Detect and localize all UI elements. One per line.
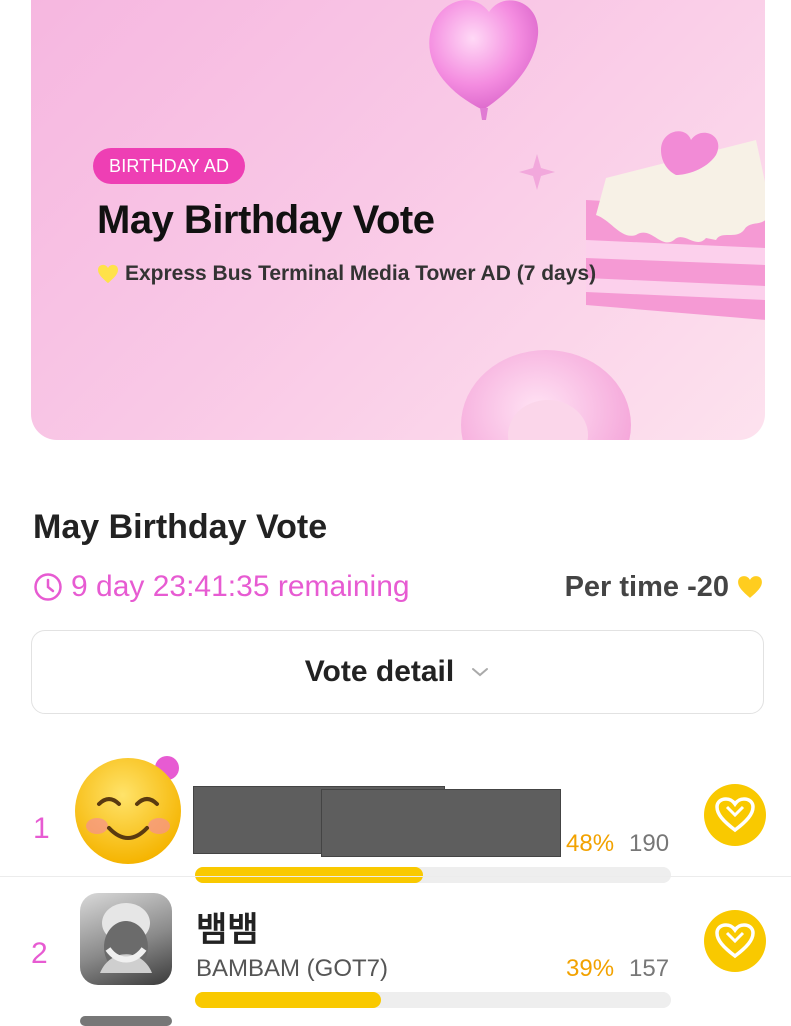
banner-subtitle-text: Express Bus Terminal Media Tower AD (7 d… <box>125 262 597 285</box>
vote-detail-label: Vote detail <box>304 655 455 688</box>
heart-icon <box>98 264 118 284</box>
avatar[interactable] <box>75 756 185 866</box>
vote-heart-icon <box>715 797 755 833</box>
rank-number: 1 <box>33 812 50 845</box>
ad-type-badge: BIRTHDAY AD <box>93 148 246 184</box>
banner-title: May Birthday Vote <box>97 198 435 242</box>
avatar[interactable] <box>80 1016 172 1026</box>
sparkle-icon <box>519 154 555 190</box>
vote-heart-icon <box>715 923 755 959</box>
birthday-ad-banner[interactable]: BIRTHDAY AD May Birthday Vote Express Bu… <box>31 0 765 440</box>
vote-meta-row: 9 day 23:41:35 remaining Per time -20 <box>33 567 763 607</box>
vote-percent: 39% <box>566 955 615 982</box>
per-time-cost: Per time -20 <box>565 571 763 604</box>
donut-icon <box>461 350 631 440</box>
remaining-text: 9 day 23:41:35 remaining <box>71 570 410 603</box>
heart-icon <box>738 576 762 598</box>
vote-count: 157 <box>629 955 670 982</box>
vote-percent: 48% <box>566 830 615 857</box>
vote-button[interactable] <box>704 910 766 972</box>
clock-icon <box>34 573 62 601</box>
vote-progress-bar <box>195 867 671 883</box>
vote-progress-bar <box>195 992 671 1008</box>
vote-title: May Birthday Vote <box>33 508 328 546</box>
vote-detail-button[interactable]: Vote detail <box>31 630 764 714</box>
artist-name-english: BAMBAM (GOT7) <box>196 955 389 982</box>
vote-progress-fill <box>195 867 424 883</box>
per-time-text: Per time -20 <box>564 570 729 603</box>
remaining-timer: 9 day 23:41:35 remaining <box>33 570 410 604</box>
balloon-icon <box>429 0 539 120</box>
banner-subtitle: Express Bus Terminal Media Tower AD (7 d… <box>97 262 596 286</box>
redaction-block <box>321 789 561 857</box>
vote-button[interactable] <box>704 784 766 846</box>
avatar[interactable] <box>80 893 172 985</box>
row-divider <box>0 876 791 877</box>
rank-number: 2 <box>31 937 48 970</box>
smiley-face-icon <box>75 756 181 864</box>
artist-name-korean: 뱀뱀 <box>196 911 259 949</box>
vote-progress-fill <box>195 992 381 1008</box>
artist-photo-icon <box>100 903 152 973</box>
chevron-down-icon <box>472 668 489 677</box>
vote-count: 190 <box>629 830 670 857</box>
